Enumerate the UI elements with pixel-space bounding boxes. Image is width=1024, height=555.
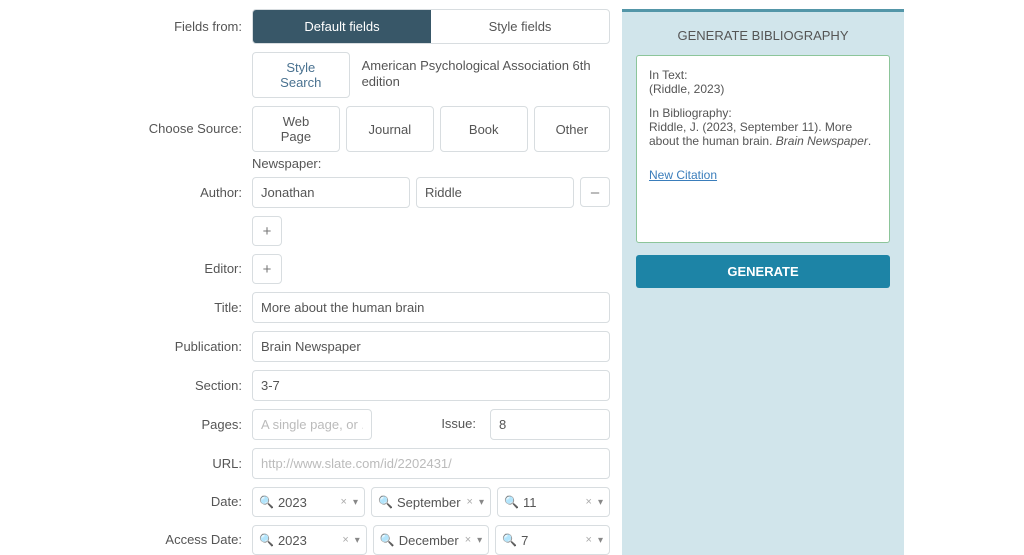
access-day-picker[interactable]: 🔍 7 × ▾ [495, 525, 610, 555]
tab-default-fields[interactable]: Default fields [253, 10, 431, 43]
in-text-label: In Text: [649, 68, 877, 82]
access-year-value: 2023 [278, 533, 336, 548]
citation-preview: In Text: (Riddle, 2023) In Bibliography:… [636, 55, 890, 243]
date-year-value: 2023 [278, 495, 335, 510]
label-title: Title: [10, 293, 252, 323]
search-icon: 🔍 [504, 495, 519, 509]
chevron-down-icon[interactable]: ▾ [477, 535, 482, 546]
chevron-down-icon[interactable]: ▾ [598, 535, 603, 546]
access-month-picker[interactable]: 🔍 December × ▾ [373, 525, 489, 555]
generate-button[interactable]: GENERATE [636, 255, 890, 288]
label-pages: Pages: [10, 410, 252, 440]
url-input[interactable] [252, 448, 610, 479]
add-author-button[interactable]: + [252, 216, 282, 246]
author-last-name-input[interactable] [416, 177, 574, 208]
label-author: Author: [10, 178, 252, 208]
tab-style-fields[interactable]: Style fields [431, 10, 609, 43]
label-issue: Issue: [378, 409, 484, 440]
selected-source-label: Newspaper: [252, 156, 321, 171]
date-day-picker[interactable]: 🔍 11 × ▾ [497, 487, 610, 517]
search-icon: 🔍 [378, 495, 393, 509]
chevron-down-icon[interactable]: ▾ [355, 535, 360, 546]
in-bib-label: In Bibliography: [649, 106, 877, 120]
date-month-picker[interactable]: 🔍 September × ▾ [371, 487, 491, 517]
issue-input[interactable] [490, 409, 610, 440]
access-month-value: December [399, 533, 459, 548]
source-book[interactable]: Book [440, 106, 528, 152]
search-icon: 🔍 [259, 533, 274, 547]
author-first-name-input[interactable] [252, 177, 410, 208]
fields-tabs: Default fields Style fields [252, 9, 610, 44]
chevron-down-icon[interactable]: ▾ [598, 497, 603, 508]
label-fields-from: Fields from: [10, 12, 252, 42]
new-citation-link[interactable]: New Citation [649, 168, 877, 182]
chevron-down-icon[interactable]: ▾ [353, 497, 358, 508]
in-bib-value: Riddle, J. (2023, September 11). More ab… [649, 120, 877, 148]
date-day-value: 11 [523, 495, 580, 510]
search-icon: 🔍 [259, 495, 274, 509]
style-search-button[interactable]: Style Search [252, 52, 350, 98]
in-text-value: (Riddle, 2023) [649, 82, 877, 96]
chevron-down-icon[interactable]: ▾ [479, 497, 484, 508]
access-day-value: 7 [521, 533, 579, 548]
source-journal[interactable]: Journal [346, 106, 434, 152]
add-editor-button[interactable]: + [252, 254, 282, 284]
source-other[interactable]: Other [534, 106, 610, 152]
clear-icon[interactable]: × [463, 534, 473, 546]
clear-icon[interactable]: × [584, 496, 594, 508]
style-name: American Psychological Association 6th e… [362, 52, 610, 98]
label-date: Date: [10, 487, 252, 517]
search-icon: 🔍 [502, 533, 517, 547]
label-section: Section: [10, 371, 252, 401]
section-input[interactable] [252, 370, 610, 401]
title-input[interactable] [252, 292, 610, 323]
label-editor: Editor: [10, 254, 252, 284]
publication-input[interactable] [252, 331, 610, 362]
clear-icon[interactable]: × [339, 496, 349, 508]
label-url: URL: [10, 449, 252, 479]
clear-icon[interactable]: × [340, 534, 350, 546]
remove-author-button[interactable]: – [580, 177, 610, 207]
clear-icon[interactable]: × [584, 534, 594, 546]
bibliography-heading: GENERATE BIBLIOGRAPHY [636, 28, 890, 43]
label-access-date: Access Date: [10, 525, 252, 555]
source-web-page[interactable]: Web Page [252, 106, 340, 152]
clear-icon[interactable]: × [465, 496, 475, 508]
bibliography-panel: GENERATE BIBLIOGRAPHY In Text: (Riddle, … [622, 9, 904, 555]
label-publication: Publication: [10, 332, 252, 362]
search-icon: 🔍 [380, 533, 395, 547]
access-year-picker[interactable]: 🔍 2023 × ▾ [252, 525, 367, 555]
date-month-value: September [397, 495, 461, 510]
date-year-picker[interactable]: 🔍 2023 × ▾ [252, 487, 365, 517]
pages-input[interactable] [252, 409, 372, 440]
label-choose-source: Choose Source: [10, 114, 252, 144]
